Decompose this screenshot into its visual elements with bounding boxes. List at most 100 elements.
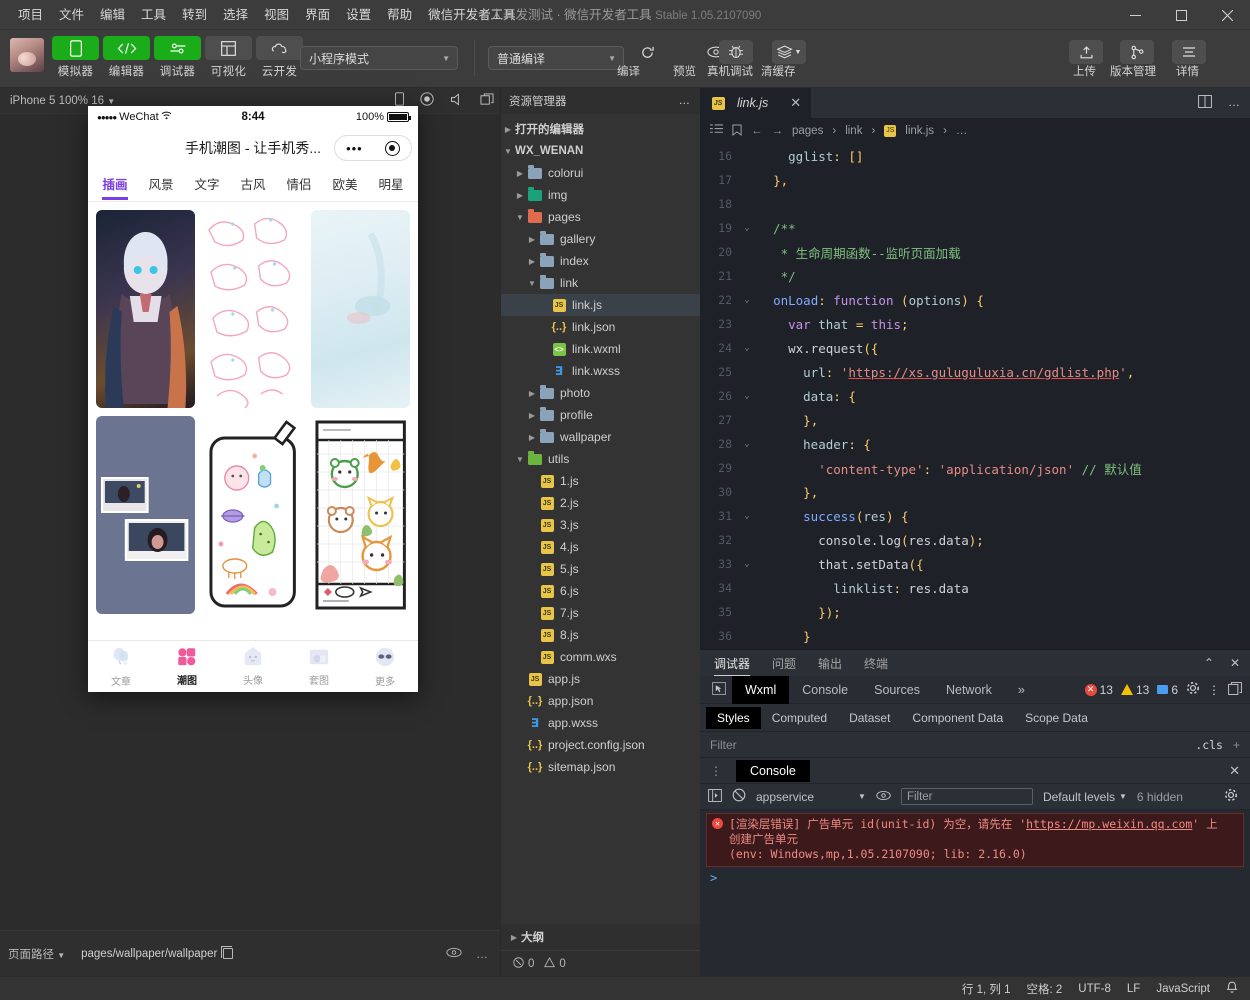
close-icon[interactable]: ✕ xyxy=(1229,763,1240,779)
phone-tabbar-头像[interactable]: 头像 xyxy=(220,641,286,692)
dock-icon[interactable] xyxy=(1228,681,1242,698)
record-icon[interactable] xyxy=(420,92,434,109)
menu-item-4[interactable]: 转到 xyxy=(174,0,215,30)
maximize-button[interactable] xyxy=(1158,0,1204,30)
fold-icon[interactable]: ⌄ xyxy=(740,295,754,305)
code-editor[interactable]: 16 gglist: [] 17 }, 18 19 ⌄ /** 20 * 生命周期函数--… xyxy=(700,144,1250,649)
eye-icon[interactable] xyxy=(446,947,462,961)
avatar[interactable] xyxy=(10,38,44,72)
code-line[interactable]: 16 gglist: [] xyxy=(700,144,1250,168)
breadcrumb-more[interactable]: … xyxy=(956,125,968,137)
grid-item[interactable] xyxy=(203,416,303,614)
toolbar-button-调试器[interactable]: 调试器 xyxy=(154,36,201,79)
screenshot-icon[interactable] xyxy=(480,92,494,109)
gear-icon[interactable] xyxy=(1186,681,1200,698)
grid-item[interactable] xyxy=(203,210,303,408)
styles-filter-row[interactable]: Filter .cls + xyxy=(700,732,1250,758)
tree-item-app.json[interactable]: {..} app.json xyxy=(501,690,700,712)
back-icon[interactable]: ← xyxy=(751,125,763,137)
toolbar-button-模拟器[interactable]: 模拟器 xyxy=(52,36,99,79)
outline-icon[interactable] xyxy=(710,124,723,138)
tree-item-link.wxml[interactable]: <> link.wxml xyxy=(501,338,700,360)
toolbar-button-云开发[interactable]: 云开发 xyxy=(256,36,303,79)
phone-category-tabs[interactable]: 插画 风景 文字 古风 情侣 欧美 明星 xyxy=(88,168,418,202)
mode-select[interactable]: 小程序模式 ▼ xyxy=(300,46,458,70)
grid-item[interactable] xyxy=(310,416,410,614)
tree-item-app.wxss[interactable]: ∃ app.wxss xyxy=(501,712,700,734)
tree-item-link.json[interactable]: {..} link.json xyxy=(501,316,700,338)
devtools-tabs[interactable]: WxmlConsoleSourcesNetwork» ✕ 13 13 6 xyxy=(700,675,1250,704)
console-filter-input[interactable]: Filter xyxy=(900,788,1033,805)
device-selector[interactable]: iPhone 5 100% 16 ▼ xyxy=(0,95,115,107)
gear-icon[interactable] xyxy=(1224,788,1238,805)
encoding[interactable]: UTF-8 xyxy=(1078,983,1111,995)
console-tab[interactable]: Console xyxy=(736,759,810,782)
editor-tab-link-js[interactable]: JS link.js ✕ xyxy=(700,88,812,118)
phone-tab-bar[interactable]: 文章 潮图 头像 套图 更多 xyxy=(88,640,418,692)
devtools-tab-Sources[interactable]: Sources xyxy=(861,676,933,704)
styles-tabs[interactable]: Styles Computed Dataset Component Data Scope… xyxy=(700,704,1250,732)
devtools-counters[interactable]: ✕ 13 13 6 ⋮ xyxy=(1084,681,1242,698)
tree-item-wallpaper[interactable]: ▶ wallpaper xyxy=(501,426,700,448)
language-mode[interactable]: JavaScript xyxy=(1156,983,1210,995)
phone-tabbar-潮图[interactable]: 潮图 xyxy=(154,641,220,692)
code-line[interactable]: 30 }, xyxy=(700,480,1250,504)
debug-panel-tab-问题[interactable]: 问题 xyxy=(772,655,796,672)
upload-button[interactable] xyxy=(1069,40,1103,64)
menu-item-7[interactable]: 界面 xyxy=(297,0,338,30)
menu-item-8[interactable]: 设置 xyxy=(338,0,379,30)
toolbar-button-可视化[interactable]: 可视化 xyxy=(205,36,252,79)
fold-icon[interactable]: ⌄ xyxy=(740,391,754,401)
tree-item-link[interactable]: ▼ link xyxy=(501,272,700,294)
more-icon[interactable]: … xyxy=(1228,95,1240,111)
tree-item-5.js[interactable]: JS 5.js xyxy=(501,558,700,580)
compile-button[interactable] xyxy=(630,40,664,64)
clear-icon[interactable] xyxy=(732,788,746,805)
phone-tab-欧美[interactable]: 欧美 xyxy=(322,168,368,202)
menu-item-5[interactable]: 选择 xyxy=(215,0,256,30)
forward-icon[interactable]: → xyxy=(772,125,784,137)
tree-item-sitemap.json[interactable]: {..} sitemap.json xyxy=(501,756,700,778)
code-line[interactable]: 32 console.log(res.data); xyxy=(700,528,1250,552)
phone-tabbar-文章[interactable]: 文章 xyxy=(88,641,154,692)
code-line[interactable]: 20 * 生命周期函数--监听页面加载 xyxy=(700,240,1250,264)
error-badge[interactable]: ✕ 13 xyxy=(1084,683,1113,697)
tree-item-comm.wxs[interactable]: JS comm.wxs xyxy=(501,646,700,668)
split-editor-icon[interactable] xyxy=(1198,95,1212,111)
code-line[interactable]: 23 var that = this; xyxy=(700,312,1250,336)
breadcrumb-pages[interactable]: pages xyxy=(792,125,823,137)
console-error-message[interactable]: ✕ [渲染层错误] 广告单元 id(unit-id) 为空，请先在 'https… xyxy=(706,813,1244,867)
kebab-icon[interactable]: ⋮ xyxy=(706,764,726,778)
code-line[interactable]: 34 linklist: res.data xyxy=(700,576,1250,600)
debug-panel-tab-终端[interactable]: 终端 xyxy=(864,655,888,672)
phone-tabbar-更多[interactable]: 更多 xyxy=(352,641,418,692)
phone-tabbar-套图[interactable]: 套图 xyxy=(286,641,352,692)
add-rule-button[interactable]: + xyxy=(1233,738,1240,752)
fold-icon[interactable]: ⌄ xyxy=(740,511,754,521)
console-toolbar[interactable]: appservice ▼ Filter Default levels ▼ 6 h… xyxy=(700,784,1250,810)
tree-open-editors[interactable]: ▶ 打开的编辑器 xyxy=(501,118,700,140)
tree-project-root[interactable]: ▼ WX_WENAN xyxy=(501,140,700,162)
tree-item-gallery[interactable]: ▶ gallery xyxy=(501,228,700,250)
code-line[interactable]: 22 ⌄ onLoad: function (options) { xyxy=(700,288,1250,312)
style-tab-Computed[interactable]: Computed xyxy=(761,707,838,729)
eol-setting[interactable]: LF xyxy=(1127,983,1140,995)
phone-tab-情侣[interactable]: 情侣 xyxy=(276,168,322,202)
breadcrumb-file[interactable]: link.js xyxy=(905,125,934,137)
tree-item-colorui[interactable]: ▶ colorui xyxy=(501,162,700,184)
grid-item[interactable] xyxy=(96,416,196,614)
tree-item-project.config.json[interactable]: {..} project.config.json xyxy=(501,734,700,756)
menu-item-6[interactable]: 视图 xyxy=(256,0,297,30)
fold-icon[interactable]: ⌄ xyxy=(740,343,754,353)
warning-badge[interactable]: 13 xyxy=(1120,683,1149,697)
phone-tab-明星[interactable]: 明星 xyxy=(368,168,414,202)
toolbar-button-编辑器[interactable]: 编辑器 xyxy=(103,36,150,79)
code-line[interactable]: 17 }, xyxy=(700,168,1250,192)
tree-item-profile[interactable]: ▶ profile xyxy=(501,404,700,426)
page-path-value-box[interactable]: pages/wallpaper/wallpaper xyxy=(75,945,239,963)
capsule-menu-icon[interactable]: ••• xyxy=(346,141,363,156)
info-badge[interactable]: 6 xyxy=(1157,683,1178,697)
cls-button[interactable]: .cls xyxy=(1195,738,1223,752)
code-line[interactable]: 18 xyxy=(700,192,1250,216)
devtools-tab-Wxml[interactable]: Wxml xyxy=(732,675,790,704)
